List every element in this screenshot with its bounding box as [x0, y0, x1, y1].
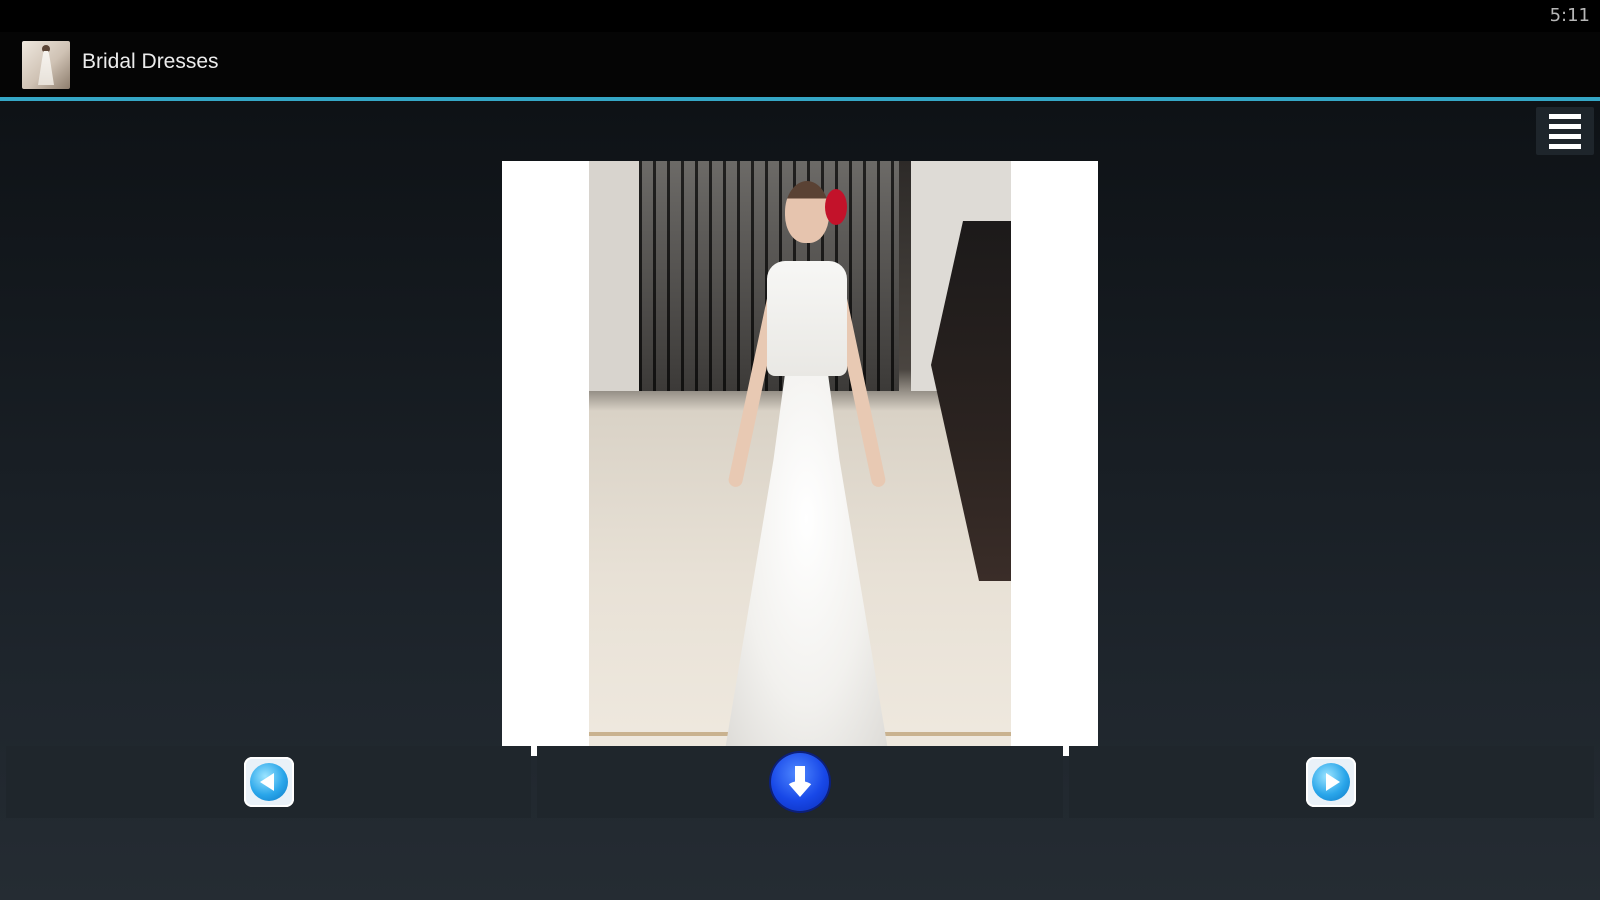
bottom-navigation	[6, 746, 1594, 818]
next-cell	[1068, 746, 1594, 818]
photo-wall-left	[589, 161, 639, 391]
menu-button[interactable]	[1536, 107, 1594, 155]
photo-bodice	[767, 261, 847, 376]
status-time: 5:11	[1549, 5, 1590, 26]
download-icon	[785, 766, 814, 798]
previous-icon	[249, 763, 288, 801]
download-button[interactable]	[770, 753, 829, 811]
photo-frame	[502, 161, 1098, 756]
status-bar: 5:11	[0, 0, 1600, 32]
menu-icon	[1549, 133, 1581, 139]
app-icon-dress	[38, 51, 54, 85]
main-content	[0, 101, 1600, 900]
previous-cell	[6, 746, 532, 818]
action-bar: Bridal Dresses	[0, 32, 1600, 98]
photo-head	[785, 181, 829, 243]
previous-button[interactable]	[243, 757, 294, 807]
download-cell	[537, 746, 1063, 818]
app-icon[interactable]	[22, 41, 70, 89]
next-icon	[1312, 763, 1351, 801]
dress-photo[interactable]	[589, 161, 1011, 756]
menu-icon	[1549, 113, 1581, 119]
next-button[interactable]	[1306, 757, 1357, 807]
app-title: Bridal Dresses	[82, 50, 219, 73]
menu-icon	[1549, 143, 1581, 149]
menu-icon	[1549, 123, 1581, 129]
photo-flower	[825, 189, 847, 225]
